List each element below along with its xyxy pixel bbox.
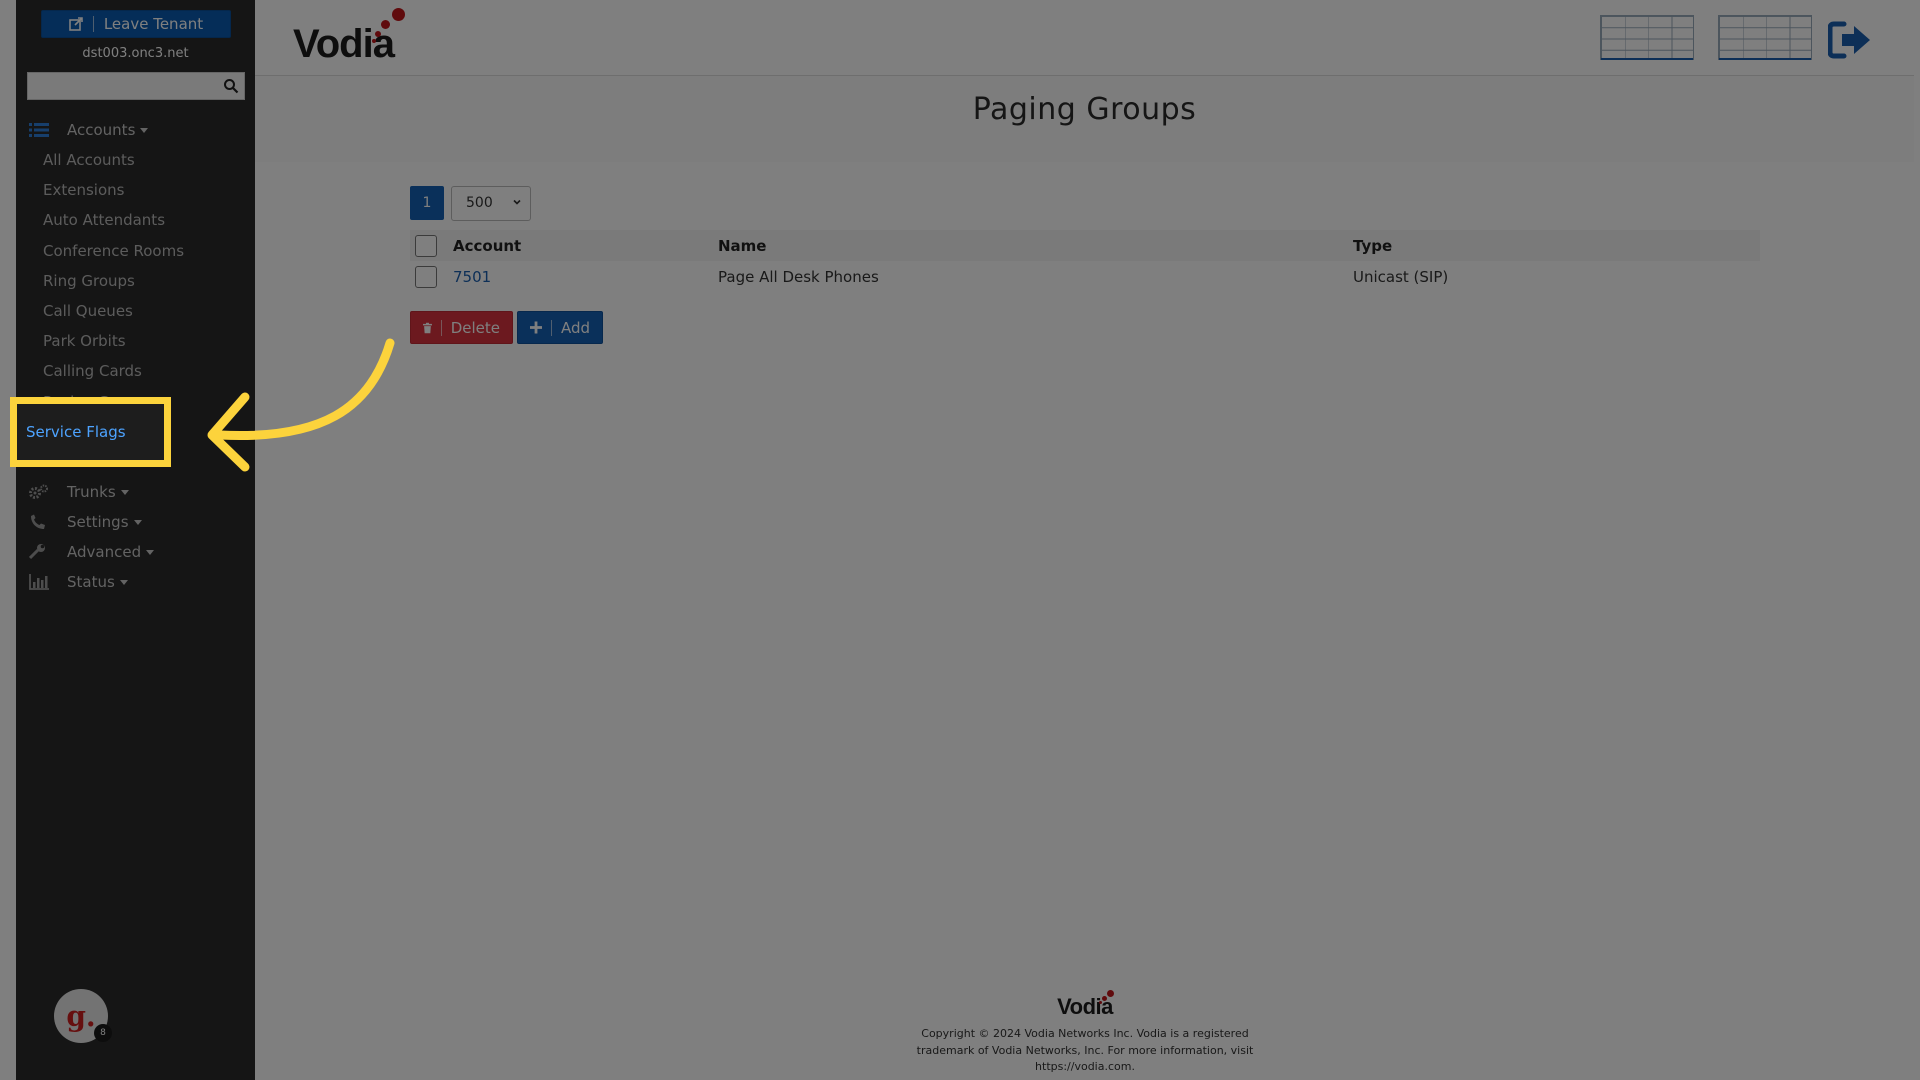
nav-item-extensions[interactable]: Extensions [16, 175, 255, 205]
caret-down-icon [120, 490, 129, 496]
sidebar-search [27, 72, 245, 100]
page-size-value: 500 [466, 195, 493, 211]
footer-copyright: Copyright © 2024 Vodia Networks Inc. Vod… [905, 1026, 1265, 1076]
page-size-select[interactable]: 500 [451, 186, 531, 221]
nav-accounts-label: Accounts [67, 121, 149, 139]
page-title: Paging Groups [972, 92, 1197, 127]
nav-settings-label: Settings [67, 513, 129, 532]
search-icon[interactable] [223, 78, 239, 94]
search-input[interactable] [28, 73, 218, 99]
nav-item-all-accounts[interactable]: All Accounts [16, 145, 255, 175]
delete-button[interactable]: Delete [410, 311, 513, 344]
leave-tenant-button[interactable]: Leave Tenant [41, 10, 231, 38]
nav-accounts[interactable]: Accounts [16, 115, 255, 145]
sidebar: Leave Tenant dst003.onc3.net Accounts Al… [16, 0, 255, 1080]
footer-link[interactable]: https://vodia.com. [905, 1059, 1265, 1076]
bar-chart-icon [29, 574, 49, 590]
select-all-checkbox[interactable] [415, 234, 437, 257]
footer-logo[interactable]: Vodia [905, 990, 1265, 1024]
nav-status[interactable]: Status [16, 567, 255, 597]
list-icon [29, 123, 49, 137]
table-row: 7501 Page All Desk Phones Unicast (SIP) [410, 261, 1760, 292]
logout-icon[interactable] [1828, 20, 1872, 60]
highlighted-service-flags-link[interactable]: Service Flags [26, 423, 126, 441]
column-header-type[interactable]: Type [1353, 237, 1392, 255]
add-button[interactable]: Add [517, 311, 603, 344]
nav-trunks[interactable]: Trunks [16, 477, 255, 507]
nav-item-ring-groups[interactable]: Ring Groups [16, 266, 255, 296]
add-label: Add [560, 318, 590, 337]
chevron-down-icon [513, 199, 521, 205]
main-content: 1 500 Account Name Type 7501 Page All De… [255, 162, 1914, 1080]
nav-settings[interactable]: Settings [16, 507, 255, 537]
grid-view-icon[interactable] [1600, 15, 1694, 60]
row-type: Unicast (SIP) [1353, 267, 1449, 286]
nav-item-call-queues[interactable]: Call Queues [16, 296, 255, 326]
footer-logo-text: Vodia [1057, 994, 1113, 1019]
pagination-page-button[interactable]: 1 [410, 186, 444, 220]
account-link[interactable]: 7501 [453, 268, 491, 286]
nav-advanced-label: Advanced [67, 543, 142, 562]
button-separator [440, 319, 442, 336]
nav-item-conference-rooms[interactable]: Conference Rooms [16, 236, 255, 266]
plus-icon [530, 321, 543, 334]
leave-tenant-label: Leave Tenant [103, 15, 204, 33]
wrench-icon [29, 544, 45, 560]
caret-down-icon [119, 580, 128, 586]
nav-item-auto-attendants[interactable]: Auto Attendants [16, 205, 255, 235]
page-title-band: Paging Groups [255, 76, 1914, 162]
nav-trunks-label: Trunks [67, 483, 116, 502]
notification-badge: 8 [94, 1024, 112, 1042]
column-header-account[interactable]: Account [453, 237, 521, 255]
logo-text: Vodia [293, 22, 395, 66]
phone-icon [31, 514, 45, 530]
column-header-name[interactable]: Name [718, 237, 766, 255]
nav-status-label: Status [67, 573, 115, 592]
caret-down-icon [133, 520, 142, 526]
vodia-logo[interactable]: Vodia [293, 8, 413, 66]
paging-groups-table: Account Name Type 7501 Page All Desk Pho… [410, 230, 1760, 292]
caret-down-icon [140, 128, 149, 133]
gears-icon [29, 484, 48, 500]
tenant-domain: dst003.onc3.net [82, 46, 189, 61]
app-frame: Leave Tenant dst003.onc3.net Accounts Al… [16, 0, 1914, 1080]
button-separator [92, 16, 94, 32]
pointer-arrow-icon [207, 338, 395, 472]
external-link-icon [69, 17, 83, 31]
nav-advanced[interactable]: Advanced [16, 537, 255, 567]
top-bar: Vodia [255, 0, 1914, 76]
row-name: Page All Desk Phones [718, 267, 879, 286]
button-separator [551, 319, 552, 336]
trash-icon [423, 322, 432, 333]
caret-down-icon [146, 550, 155, 556]
table-view-icon[interactable] [1718, 15, 1812, 60]
row-checkbox[interactable] [415, 265, 437, 288]
table-header: Account Name Type [410, 230, 1760, 261]
delete-label: Delete [450, 318, 500, 337]
footer: Vodia Copyright © 2024 Vodia Networks In… [905, 990, 1265, 1076]
